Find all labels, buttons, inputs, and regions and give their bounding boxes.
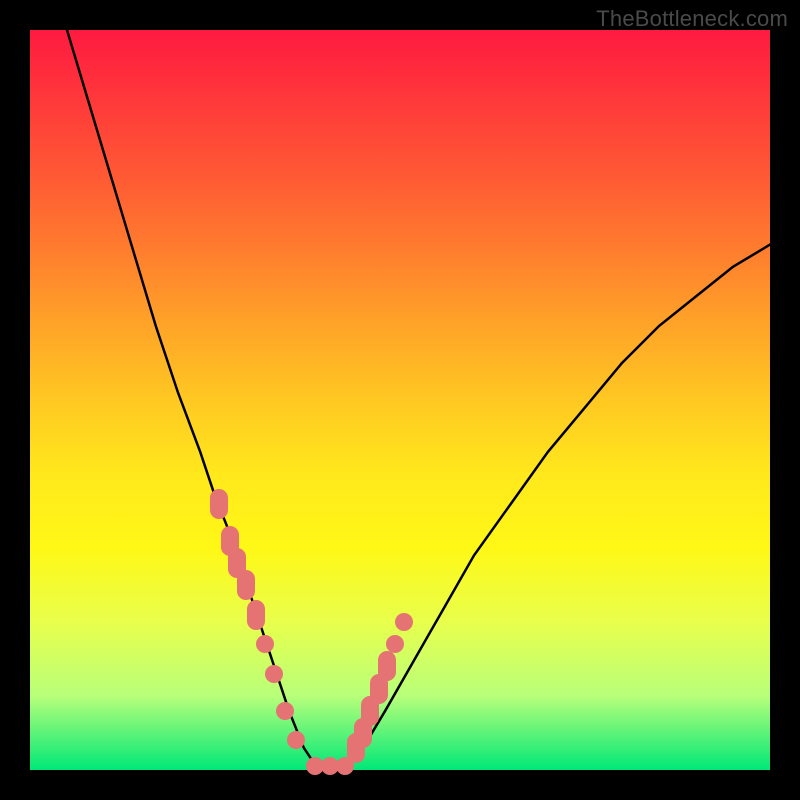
highlight-marker (287, 731, 305, 749)
highlight-marker (276, 702, 294, 720)
highlight-marker (256, 635, 274, 653)
highlight-marker (247, 600, 265, 630)
highlight-marker (378, 651, 396, 681)
highlight-marker (210, 489, 228, 519)
curve-svg (30, 30, 770, 770)
bottleneck-curve (67, 30, 770, 770)
highlight-marker (386, 635, 404, 653)
highlight-marker (265, 665, 283, 683)
plot-area (30, 30, 770, 770)
watermark-text: TheBottleneck.com (596, 6, 788, 32)
highlight-marker (395, 613, 413, 631)
highlight-marker (237, 570, 255, 600)
